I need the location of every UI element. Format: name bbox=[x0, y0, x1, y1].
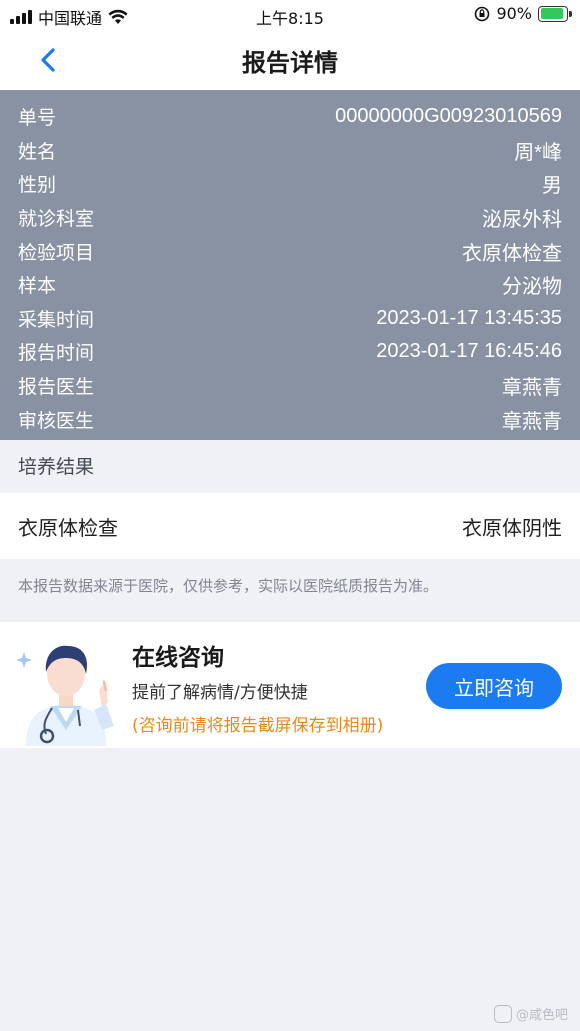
info-value: 00000000G00923010569 bbox=[335, 105, 562, 128]
section-title-culture: 培养结果 bbox=[18, 456, 95, 478]
page-title: 报告详情 bbox=[242, 49, 338, 77]
info-label: 样本 bbox=[18, 275, 57, 298]
consult-title: 在线咨询 bbox=[132, 645, 224, 671]
battery-icon bbox=[538, 5, 572, 22]
info-label: 检验项目 bbox=[18, 241, 95, 264]
info-value: 章燕青 bbox=[502, 377, 562, 400]
watermark-logo-icon bbox=[493, 1004, 512, 1023]
info-label: 审核医生 bbox=[18, 409, 95, 432]
info-value: 2023-01-17 13:45:35 bbox=[376, 306, 562, 329]
culture-result-row: 衣原体检查 衣原体阴性 bbox=[0, 493, 580, 559]
info-row-review-doctor: 审核医生 章燕青 bbox=[18, 402, 562, 436]
culture-item: 衣原体检查 bbox=[18, 515, 118, 540]
info-value: 分泌物 bbox=[502, 276, 562, 299]
info-label: 报告医生 bbox=[18, 376, 95, 399]
info-label: 性别 bbox=[18, 174, 57, 197]
info-row-test-item: 检验项目 衣原体检查 bbox=[18, 234, 562, 268]
consult-now-button[interactable]: 立即咨询 bbox=[426, 663, 562, 709]
orientation-lock-icon bbox=[475, 6, 490, 21]
info-label: 报告时间 bbox=[18, 342, 95, 365]
disclaimer-text: 本报告数据来源于医院，仅供参考，实际以医院纸质报告为准。 bbox=[18, 577, 439, 595]
info-row-report-doctor: 报告医生 章燕青 bbox=[18, 369, 562, 403]
info-label: 采集时间 bbox=[18, 308, 95, 331]
info-row-collect-time: 采集时间 2023-01-17 13:45:35 bbox=[18, 302, 562, 336]
battery-percent: 90% bbox=[496, 4, 532, 23]
info-label: 就诊科室 bbox=[18, 208, 95, 231]
info-value: 章燕青 bbox=[502, 410, 562, 433]
info-value: 泌尿外科 bbox=[482, 209, 562, 232]
info-label: 姓名 bbox=[18, 140, 57, 163]
status-bar: 中国联通 上午8:15 90% bbox=[0, 0, 580, 30]
info-value: 周*峰 bbox=[514, 141, 562, 164]
info-row-sample: 样本 分泌物 bbox=[18, 268, 562, 302]
info-row-name: 姓名 周*峰 bbox=[18, 134, 562, 168]
watermark-text: @咸色吧 bbox=[515, 1008, 568, 1023]
info-row-order-no: 单号 00000000G00923010569 bbox=[18, 100, 562, 134]
culture-result: 衣原体阴性 bbox=[462, 515, 562, 540]
info-value: 衣原体检查 bbox=[462, 242, 562, 265]
doctor-illustration-icon bbox=[16, 645, 114, 746]
info-value: 2023-01-17 16:45:46 bbox=[376, 340, 562, 363]
status-right: 90% bbox=[474, 4, 572, 23]
info-row-department: 就诊科室 泌尿外科 bbox=[18, 201, 562, 235]
info-value: 男 bbox=[542, 175, 562, 198]
consult-subtitle: 提前了解病情/方便快捷 bbox=[132, 683, 308, 703]
consult-note: (咨询前请将报告截屏保存到相册) bbox=[132, 716, 384, 736]
report-info-panel: 单号 00000000G00923010569 姓名 周*峰 性别 男 就诊科室… bbox=[0, 90, 580, 440]
info-label: 单号 bbox=[18, 107, 57, 130]
info-row-report-time: 报告时间 2023-01-17 16:45:46 bbox=[18, 335, 562, 369]
info-row-gender: 性别 男 bbox=[18, 167, 562, 201]
watermark: @咸色吧 bbox=[493, 1004, 568, 1023]
nav-bar: 报告详情 bbox=[0, 30, 580, 90]
consult-card: 在线咨询 提前了解病情/方便快捷 (咨询前请将报告截屏保存到相册) 立即咨询 bbox=[0, 622, 580, 748]
